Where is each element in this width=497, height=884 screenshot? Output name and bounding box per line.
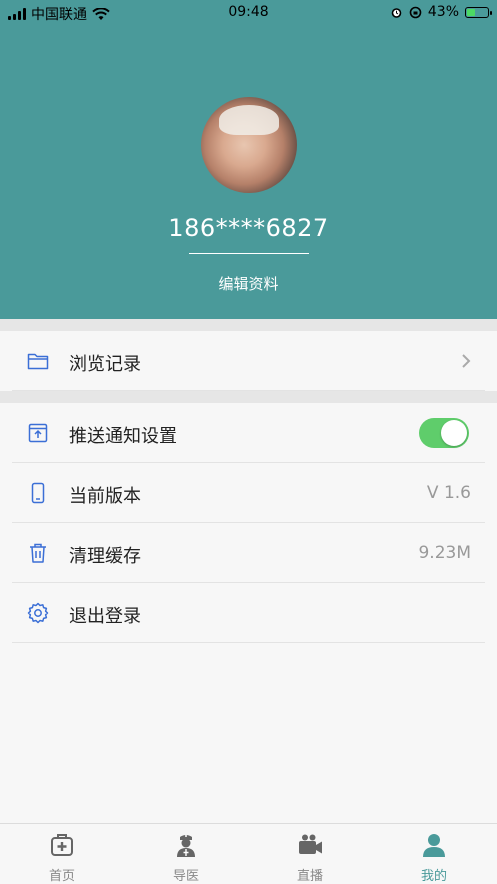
trash-icon <box>30 543 46 563</box>
phone-number: 186****6827 <box>168 214 329 242</box>
menu-item-clear-cache[interactable]: 清理缓存 9.23M <box>0 523 497 583</box>
menu-item-logout[interactable]: 退出登录 <box>0 583 497 643</box>
version-value: V 1.6 <box>426 483 471 503</box>
tab-live[interactable]: 直播 <box>248 824 372 884</box>
battery-icon <box>465 6 492 18</box>
tab-guide-label: 导医 <box>172 869 199 884</box>
cache-size-value: 9.23M <box>418 543 471 563</box>
status-bar: 中国联通 09:48 43% <box>0 0 497 24</box>
section-divider <box>0 319 497 331</box>
menu-item-push-label: 推送通知设置 <box>69 426 177 447</box>
avatar[interactable] <box>201 97 297 193</box>
toggle-knob <box>441 420 467 446</box>
menu-item-cache-label: 清理缓存 <box>69 546 141 567</box>
nurse-icon <box>177 835 195 857</box>
folder-icon <box>27 353 49 370</box>
tab-mine-label: 我的 <box>420 869 447 884</box>
tab-home[interactable]: 首页 <box>0 824 124 884</box>
battery-percent: 43% <box>427 4 459 20</box>
gear-icon <box>27 602 49 624</box>
alarm-icon <box>391 7 402 18</box>
medical-kit-icon <box>51 834 73 856</box>
push-notification-toggle[interactable] <box>419 418 469 448</box>
phone-underline <box>189 253 309 254</box>
video-camera-icon <box>299 834 322 854</box>
menu-item-version[interactable]: 当前版本 V 1.6 <box>0 463 497 523</box>
phone-icon <box>31 482 45 504</box>
orientation-lock-icon <box>409 6 422 18</box>
profile-header: 186****6827 编辑资料 <box>0 0 497 319</box>
tab-bar: 首页 导医 直播 我的 <box>0 823 497 884</box>
tab-mine[interactable]: 我的 <box>372 824 496 884</box>
upload-box-icon <box>28 423 48 443</box>
menu-item-history[interactable]: 浏览记录 <box>0 331 497 391</box>
user-icon <box>423 834 445 857</box>
menu-item-logout-label: 退出登录 <box>69 606 141 627</box>
menu-item-history-label: 浏览记录 <box>69 354 141 375</box>
edit-profile-link[interactable]: 编辑资料 <box>0 273 497 294</box>
menu-item-version-label: 当前版本 <box>69 486 141 507</box>
tab-home-label: 首页 <box>48 869 75 884</box>
chevron-right-icon <box>462 354 471 368</box>
tab-live-label: 直播 <box>296 869 323 884</box>
row-separator <box>12 642 485 643</box>
tab-guide[interactable]: 导医 <box>124 824 248 884</box>
section-divider <box>0 391 497 403</box>
menu-item-push-settings: 推送通知设置 <box>0 403 497 463</box>
